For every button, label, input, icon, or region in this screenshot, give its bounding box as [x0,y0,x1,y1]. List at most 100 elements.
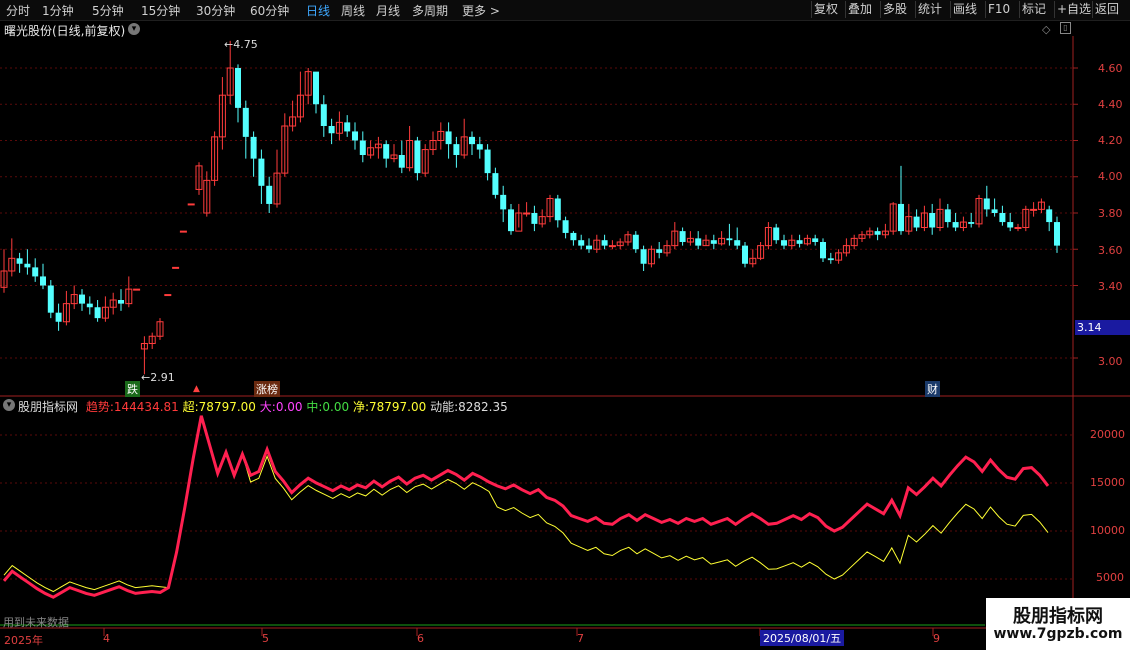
candle-body [500,194,507,210]
candle [889,202,897,235]
candle [968,213,975,228]
candle [952,213,959,232]
candle [242,100,249,159]
candle-body [79,294,85,304]
future-data-note: 用到未来数据 [3,616,69,629]
momentum-value: 8282.35 [458,400,508,414]
date-label: 9 [933,632,940,645]
candle [172,266,180,269]
candle-body [1014,227,1022,229]
candle [445,122,452,159]
candle [118,289,124,311]
candle [601,234,608,250]
candle [999,205,1006,226]
candle [920,205,928,232]
candle [554,194,561,228]
price-tick: 3.60 [1098,244,1123,257]
chevron-down-icon[interactable]: ▾ [3,399,15,411]
cursor-date: 2025/08/01/五 [760,630,845,646]
candle-body [313,71,319,105]
candle [484,144,491,181]
candle-body [1054,222,1060,246]
candle-body [118,300,124,304]
candle [250,131,257,177]
candle-body [328,126,335,134]
candle [195,162,203,195]
candle-body [523,212,531,215]
candle [258,149,265,204]
candle [523,202,531,217]
candle [383,140,390,168]
candle-body [445,131,452,145]
candle-body [453,144,460,155]
current-price-tag: 3.14 [1075,320,1130,335]
candle-body [601,240,608,246]
candle-body [726,238,733,241]
candle [1054,216,1060,253]
candle [686,231,694,246]
candle-body [913,216,920,228]
candle [304,68,312,105]
candle [983,185,990,217]
candle-body [47,285,54,313]
candle-body [679,231,686,242]
candle [500,185,507,223]
candle-body [968,222,975,224]
trend-line [2,415,1050,599]
candle-body [578,240,585,246]
candle [62,290,70,326]
candle-body [1007,222,1014,228]
candle-body [32,267,39,277]
cai-marker[interactable]: 财 [925,381,940,397]
candle-body [944,209,951,223]
date-label: 2025年 [4,634,43,647]
die-marker[interactable]: 跌 [125,381,140,397]
candle [975,194,983,228]
candle-body [1030,208,1038,211]
candle [538,209,546,228]
candle-body [742,245,748,264]
candle [640,245,647,271]
candle [421,144,429,177]
candle-body [554,198,561,221]
candle [764,222,772,250]
candle-body [656,249,663,253]
trend-value: 144434.81 [113,400,179,414]
candle [546,194,554,223]
candle [460,118,468,159]
candle-body [781,240,787,246]
up-arrow-icon: ▲ [193,384,200,394]
candle [788,234,796,250]
candle [827,252,834,264]
candle [289,100,297,132]
candle [562,216,569,239]
candle [109,292,117,315]
zhangbang-marker[interactable]: 涨榜 [254,381,280,397]
candle [164,294,172,297]
candle-body [562,220,569,233]
candle-body [320,104,327,126]
candle [781,234,787,250]
candle [874,227,881,241]
candle [320,95,327,137]
candle [437,122,445,150]
kline-chart[interactable] [0,0,1130,650]
candle [757,242,765,261]
candle [273,149,281,208]
candle [850,234,858,250]
candle [647,245,655,268]
net-label: 净: [352,400,369,414]
candle [0,249,8,293]
candle [24,249,31,275]
candle [531,205,538,232]
candle [296,71,304,123]
candle [187,203,195,206]
date-label: 4 [103,632,110,645]
candle [726,223,733,246]
big-label: 大: [259,400,276,414]
candle [203,171,211,217]
candle-body [710,240,717,244]
candle-body [820,242,826,259]
candle [570,231,577,246]
candle [742,242,748,268]
